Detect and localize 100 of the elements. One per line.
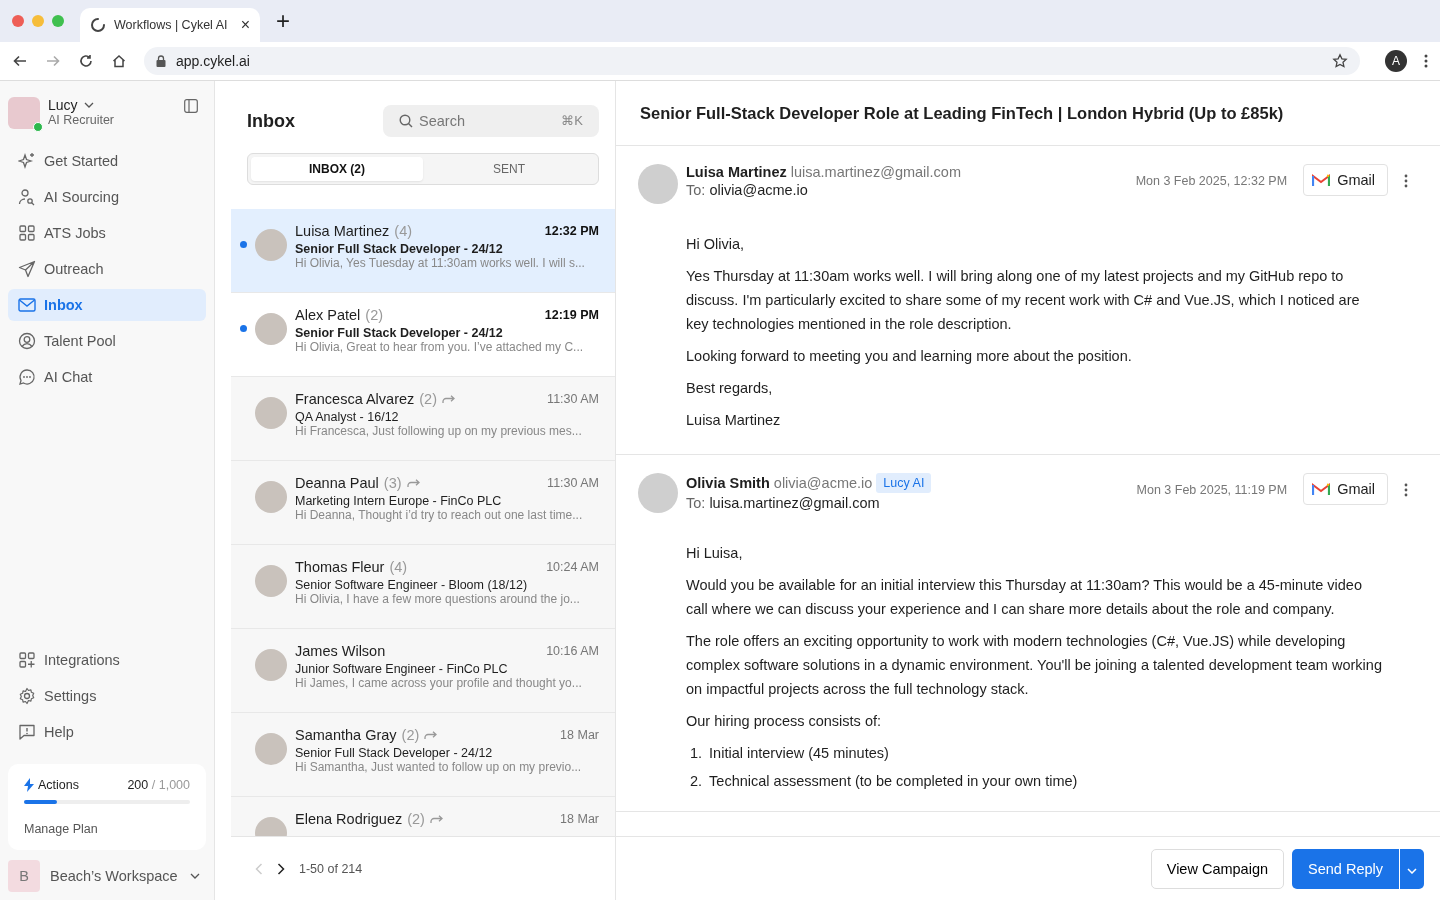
grid-icon	[18, 224, 36, 242]
thread-time: 10:24 AM	[546, 560, 599, 574]
mail-logo-icon	[1312, 173, 1331, 187]
next-page-icon[interactable]	[277, 862, 285, 875]
sidebar-toggle-icon[interactable]	[184, 99, 198, 113]
message-date: Mon 3 Feb 2025, 11:19 PM	[1136, 483, 1288, 497]
thread-item[interactable]: Deanna Paul (3) 11:30 AM Marketing Intern Europe - FinCo PLC Hi Deanna, Thought i’d try to reach out one last time...	[231, 461, 615, 545]
chat-bubble-icon	[18, 368, 36, 386]
close-window-dot[interactable]	[12, 15, 24, 27]
nav-item[interactable]: Integrations	[8, 644, 206, 676]
browser-tab[interactable]: Workflows | Cykel AI ×	[80, 8, 260, 42]
nav-item[interactable]: AI Sourcing	[8, 181, 206, 213]
close-tab-button[interactable]: ×	[240, 16, 250, 34]
avatar	[255, 733, 287, 765]
manage-plan-link[interactable]: Manage Plan	[24, 822, 190, 836]
thread-time: 18 Mar	[560, 812, 599, 826]
back-arrow-icon[interactable]	[12, 53, 28, 69]
profile-avatar[interactable]: A	[1385, 50, 1407, 72]
sender-name: James Wilson	[295, 643, 386, 659]
sender-name: Thomas Fleur	[295, 559, 385, 575]
thread-time: 12:32 PM	[544, 224, 599, 238]
thread-subject: Marketing Intern Europe - FinCo PLC	[295, 494, 503, 508]
sender-name: Alex Patel	[295, 307, 361, 323]
thread-item[interactable]: Thomas Fleur (4) 10:24 AM Senior Software Engineer - Bloom (18/12) Hi Olivia, I have a few more questions around the jo...	[231, 545, 615, 629]
usage-count: 200 / 1,000	[127, 778, 190, 792]
keyboard-shortcut: ⌘K	[561, 113, 583, 128]
nav-item[interactable]: Inbox	[8, 289, 206, 321]
mail-logo-icon	[1312, 482, 1331, 496]
loading-spinner-icon	[90, 17, 106, 33]
message-count: (2)	[365, 307, 384, 323]
maximize-window-dot[interactable]	[52, 15, 64, 27]
sender-name: Samantha Gray	[295, 727, 397, 743]
ai-tag: Lucy AI	[876, 473, 932, 493]
message-count: (2)	[401, 727, 420, 743]
home-icon[interactable]	[111, 53, 127, 69]
message-paragraph: Looking forward to meeting you and learning more about the position.	[686, 347, 1133, 366]
gmail-button[interactable]: Gmail	[1303, 473, 1388, 505]
thread-preview: Hi Samantha, Just wanted to follow up on my previo...	[295, 760, 583, 774]
user-role: AI Recruiter	[48, 113, 114, 127]
new-tab-button[interactable]: +	[276, 7, 290, 35]
send-options-button[interactable]	[1399, 848, 1424, 889]
thread-subject: Senior Software Engineer - Bloom (18/12)	[295, 578, 529, 592]
inbox-title: Inbox	[247, 110, 295, 132]
recipient-email: luisa.martinez@gmail.com	[709, 495, 880, 511]
page-range: 1-50 of 214	[299, 861, 363, 876]
thread-item[interactable]: Samantha Gray (2) 18 Mar Senior Full Stack Developer - 24/12 Hi Samantha, Just wanted to follow up on my previo...	[231, 713, 615, 797]
thread-title: Senior Full-Stack Developer Role at Leading FinTech | London Hybrid (Up to £85k)	[616, 81, 1440, 146]
usage-label: Actions	[38, 778, 79, 792]
sender-name: Elena Rodriguez	[295, 811, 403, 827]
more-menu-icon[interactable]	[1424, 54, 1428, 68]
thread-time: 11:30 AM	[547, 476, 599, 490]
thread-item[interactable]: James Wilson 10:16 AM Junior Software Engineer - FinCo PLC Hi James, I came across your profile and thought yo...	[231, 629, 615, 713]
sparkle-icon	[18, 152, 36, 170]
list-number: 1.	[690, 744, 703, 763]
recipient-email: olivia@acme.io	[709, 182, 808, 198]
bookmark-star-icon[interactable]	[1332, 53, 1348, 69]
more-options-icon[interactable]	[1404, 174, 1408, 188]
avatar	[255, 481, 287, 513]
address-field[interactable]: app.cykel.ai	[144, 47, 1360, 75]
thread-item[interactable]: Luisa Martinez (4) 12:32 PM Senior Full Stack Developer - 24/12 Hi Olivia, Yes Tuesday at 11:30am works well. I will s...	[231, 209, 615, 293]
sender-name: Francesca Alvarez	[295, 391, 415, 407]
gmail-button[interactable]: Gmail	[1303, 164, 1388, 196]
thread-preview: Hi Olivia, I have a few more questions around the jo...	[295, 592, 581, 606]
thread-item[interactable]: Francesca Alvarez (2) 11:30 AM QA Analyst - 16/12 Hi Francesca, Just following up on my previous mes...	[231, 377, 615, 461]
message-date: Mon 3 Feb 2025, 12:32 PM	[1135, 174, 1288, 188]
thread-subject: QA Analyst - 16/12	[295, 410, 400, 424]
message-paragraph: Our hiring process consists of:	[686, 712, 883, 731]
view-campaign-button[interactable]: View Campaign	[1150, 848, 1285, 889]
tab[interactable]: SENT	[423, 157, 595, 181]
chevron-down-icon[interactable]	[83, 102, 94, 108]
to-label: To:	[686, 495, 706, 511]
nav-item[interactable]: Get Started	[8, 145, 206, 177]
thread-time: 18 Mar	[560, 728, 599, 742]
minimize-window-dot[interactable]	[32, 15, 44, 27]
tab[interactable]: INBOX (2)	[251, 157, 423, 181]
message-paragraph: Luisa Martinez	[686, 411, 782, 430]
user-name[interactable]: Lucy	[48, 97, 78, 113]
nav-item[interactable]: Settings	[8, 680, 206, 712]
message-paragraph: Hi Olivia,	[686, 235, 745, 254]
thread-preview: Hi Deanna, Thought i’d try to reach out one last time...	[295, 508, 584, 522]
sender-name: Luisa Martinez	[295, 223, 390, 239]
more-options-icon[interactable]	[1404, 483, 1408, 497]
list-item-text: Technical assessment (to be completed in your own time)	[709, 772, 1078, 791]
workspace-switcher[interactable]: B Beach’s Workspace	[8, 860, 206, 892]
nav-item[interactable]: AI Chat	[8, 361, 206, 393]
nav-item[interactable]: ATS Jobs	[8, 217, 206, 249]
grid-plus-icon	[18, 651, 36, 669]
chevron-down-icon	[190, 873, 200, 879]
unread-dot	[239, 325, 247, 332]
message-paragraph: Hi Luisa,	[686, 544, 744, 563]
nav-item[interactable]: Talent Pool	[8, 325, 206, 357]
avatar	[638, 164, 678, 204]
reload-icon[interactable]	[78, 53, 94, 69]
thread-item[interactable]: Elena Rodriguez (2) 18 Mar	[231, 797, 615, 836]
nav-item[interactable]: Help	[8, 716, 206, 748]
thread-subject: Junior Software Engineer - FinCo PLC	[295, 662, 509, 676]
sender-name: Luisa Martinez	[686, 164, 787, 180]
nav-item[interactable]: Outreach	[8, 253, 206, 285]
send-reply-button[interactable]: Send Reply	[1292, 848, 1399, 889]
message-paragraph: Yes Thursday at 11:30am works well. I will bring along one of my latest projects and my GitHub repo to discuss. I'm particularly excited to share some of my recent work with C# and Vue.JS, which I noticed are key technologies mentioned in the role description.	[686, 267, 1361, 334]
